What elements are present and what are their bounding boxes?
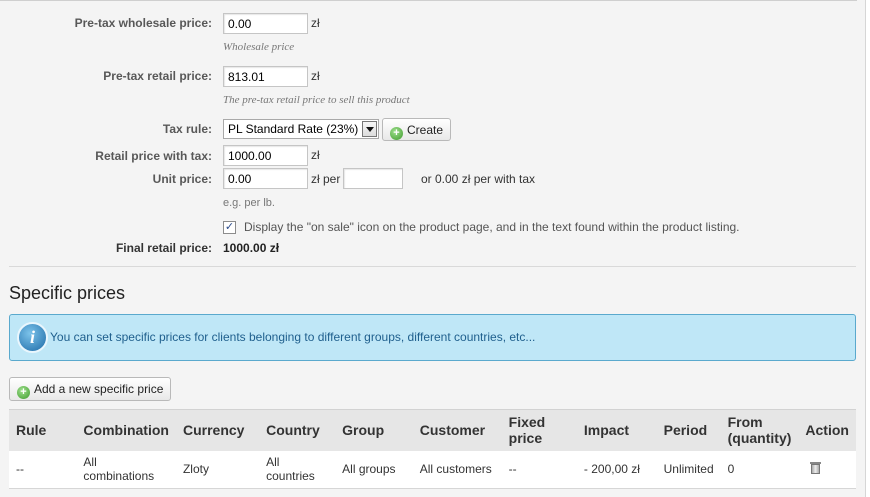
cell-customer: All customers bbox=[412, 450, 502, 489]
tax-rule-select[interactable]: PL Standard Rate (23%) bbox=[223, 119, 379, 139]
unit-price-label: Unit price: bbox=[152, 172, 212, 186]
unit-price-example: e.g. per lb. bbox=[223, 197, 275, 209]
column-header: Rule bbox=[9, 409, 77, 451]
cell-country: All countries bbox=[259, 450, 336, 489]
tax-rule-label: Tax rule: bbox=[162, 122, 212, 136]
wholesale-currency: zł bbox=[311, 16, 320, 30]
top-divider bbox=[0, 0, 857, 1]
cell-period: Unlimited bbox=[656, 450, 721, 489]
create-tax-rule-button[interactable]: + Create bbox=[382, 118, 452, 141]
wholesale-price-input[interactable] bbox=[223, 13, 308, 34]
retail-price-input[interactable] bbox=[223, 66, 308, 87]
column-header: Impact bbox=[576, 409, 657, 451]
retail-hint: The pre-tax retail price to sell this pr… bbox=[223, 94, 410, 106]
cell-fixed-price: -- bbox=[501, 450, 577, 489]
cell-action bbox=[798, 450, 856, 489]
column-header: Action bbox=[798, 409, 856, 451]
trash-icon[interactable] bbox=[810, 461, 822, 474]
column-header: Fixed price bbox=[501, 409, 577, 451]
cell-combination: All combinations bbox=[76, 450, 176, 489]
column-header: Customer bbox=[412, 409, 502, 451]
final-retail-price-label: Final retail price: bbox=[115, 241, 212, 255]
info-alert-text: You can set specific prices for clients … bbox=[50, 330, 536, 344]
cell-group: All groups bbox=[335, 450, 413, 489]
section-divider bbox=[9, 266, 856, 267]
column-header: Combination bbox=[76, 409, 176, 451]
cell-impact: - 200,00 zł bbox=[576, 450, 657, 489]
tax-rule-selected: PL Standard Rate (23%) bbox=[228, 122, 359, 136]
add-specific-price-label: Add a new specific price bbox=[34, 382, 164, 396]
column-header: Currency bbox=[175, 409, 260, 451]
add-icon: + bbox=[17, 386, 30, 399]
cell-from-quantity: 0 bbox=[720, 450, 799, 489]
wholesale-hint: Wholesale price bbox=[223, 41, 295, 53]
column-header: From (quantity) bbox=[720, 409, 799, 451]
retail-price-label: Pre-tax retail price: bbox=[103, 69, 212, 83]
on-sale-label: Display the "on sale" icon on the produc… bbox=[244, 220, 740, 234]
specific-prices-table: Rule Combination Currency Country Group … bbox=[9, 409, 856, 489]
unit-price-with-tax-text: or 0.00 zł per with tax bbox=[421, 172, 536, 186]
retail-currency: zł bbox=[311, 69, 320, 83]
final-retail-price-value: 1000.00 zł bbox=[223, 241, 280, 255]
info-icon: i bbox=[17, 322, 48, 353]
column-header: Country bbox=[259, 409, 336, 451]
column-header: Group bbox=[335, 409, 413, 451]
column-header: Period bbox=[656, 409, 721, 451]
unit-price-per-label: zł per bbox=[311, 172, 341, 186]
info-alert: i You can set specific prices for client… bbox=[9, 314, 856, 361]
table-row: -- All combinations Zloty All countries … bbox=[9, 450, 856, 489]
create-button-label: Create bbox=[407, 123, 444, 137]
retail-with-tax-currency: zł bbox=[311, 148, 320, 162]
table-header-row: Rule Combination Currency Country Group … bbox=[9, 409, 856, 451]
add-icon: + bbox=[390, 127, 403, 140]
chevron-down-icon[interactable] bbox=[362, 121, 377, 137]
retail-with-tax-input[interactable] bbox=[223, 145, 308, 166]
wholesale-price-label: Pre-tax wholesale price: bbox=[74, 16, 212, 30]
specific-prices-title: Specific prices bbox=[9, 283, 126, 303]
unit-price-input[interactable] bbox=[223, 168, 308, 189]
cell-rule: -- bbox=[9, 450, 77, 489]
on-sale-checkbox[interactable]: ✓ bbox=[223, 221, 236, 234]
prices-panel: Pre-tax wholesale price: zł Wholesale pr… bbox=[0, 0, 866, 497]
add-specific-price-button[interactable]: + Add a new specific price bbox=[9, 377, 172, 401]
retail-with-tax-label: Retail price with tax: bbox=[95, 149, 212, 163]
cell-currency: Zloty bbox=[175, 450, 260, 489]
unit-price-per-input[interactable] bbox=[343, 168, 403, 189]
